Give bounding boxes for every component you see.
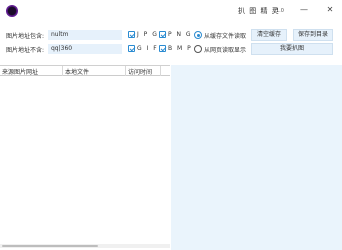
include-label: 图片地址包含: (6, 33, 45, 40)
jpg-checkbox[interactable] (128, 31, 135, 38)
horizontal-scrollbar[interactable] (0, 244, 170, 248)
scrollbar-thumb[interactable] (2, 245, 98, 247)
save-to-dir-button[interactable]: 保存到目录 (293, 29, 333, 41)
web-source-label: 从网页读取显示 (204, 47, 247, 54)
column-divider[interactable] (125, 66, 126, 76)
app-window: 扒 图 精 灵 v1.0 — ✕ 图片地址包含: nultm 图片地址不含: q… (0, 0, 342, 250)
exclude-label: 图片地址不含: (6, 47, 45, 54)
png-label: P N G (168, 31, 193, 38)
minimize-icon[interactable]: — (298, 4, 310, 16)
title-bar: 扒 图 精 灵 v1.0 — ✕ (0, 0, 342, 22)
list-header: 来源图片网址 本地文件 访问时间 (0, 66, 170, 76)
close-icon[interactable]: ✕ (324, 4, 336, 16)
clear-cache-button[interactable]: 清空缓存 (251, 29, 287, 41)
version-label: v1.0 (273, 8, 284, 14)
png-checkbox[interactable] (159, 31, 166, 38)
image-preview-panel (171, 65, 342, 250)
cache-source-radio[interactable] (194, 31, 202, 39)
column-divider[interactable] (62, 66, 63, 76)
bmp-checkbox[interactable] (159, 45, 166, 52)
exclude-input[interactable]: qq|360 (48, 44, 122, 54)
grab-images-button[interactable]: 我要扒图 (251, 43, 333, 55)
gif-checkbox[interactable] (128, 45, 135, 52)
column-local-file[interactable]: 本地文件 (65, 67, 89, 76)
jpg-label: J P G (137, 31, 159, 38)
include-input[interactable]: nultm (48, 30, 122, 40)
image-list[interactable]: 来源图片网址 本地文件 访问时间 (0, 65, 170, 245)
bmp-label: B M P (168, 45, 193, 52)
column-source-url[interactable]: 来源图片网址 (2, 67, 38, 76)
cache-source-label: 从缓存文件读取 (204, 33, 247, 40)
column-access-time[interactable]: 访问时间 (128, 67, 152, 76)
gif-label: G I F (137, 45, 159, 52)
app-logo-icon (6, 5, 18, 17)
web-source-radio[interactable] (194, 45, 202, 53)
column-divider[interactable] (160, 66, 161, 76)
